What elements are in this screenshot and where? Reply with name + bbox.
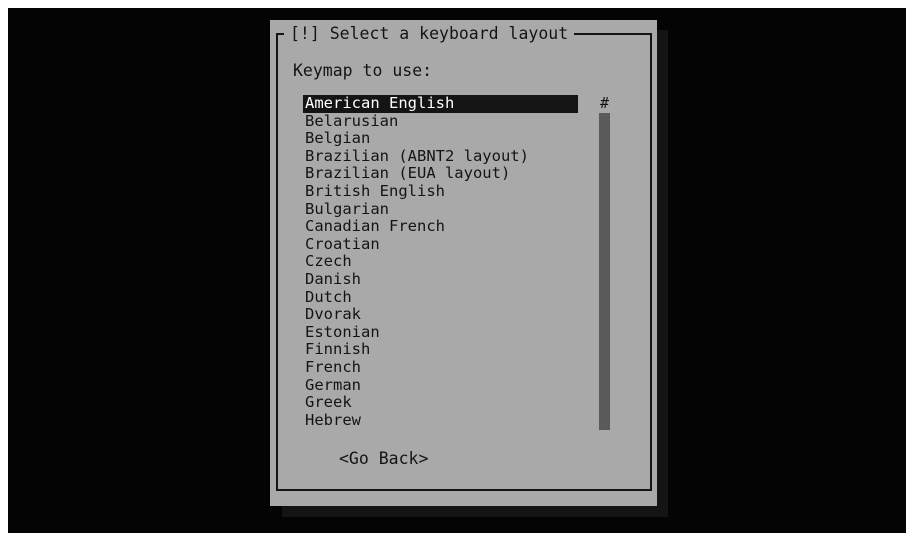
keymap-item[interactable]: Greek bbox=[303, 393, 578, 412]
keymap-list-scrollbar[interactable] bbox=[599, 113, 610, 430]
keymap-item[interactable]: Hebrew bbox=[303, 411, 578, 430]
keymap-item[interactable]: Bulgarian bbox=[303, 200, 578, 219]
keymap-item[interactable]: Brazilian (EUA layout) bbox=[303, 165, 578, 183]
dialog-title: [!] Select a keyboard layout bbox=[284, 21, 575, 47]
keymap-item[interactable]: Canadian French bbox=[303, 218, 578, 236]
keymap-item[interactable]: Dvorak bbox=[303, 306, 578, 324]
keymap-list[interactable]: American English Belarusian Belgian Brazili… bbox=[303, 94, 578, 430]
keymap-item[interactable]: Croatian bbox=[303, 235, 578, 254]
go-back-button[interactable]: <Go Back> bbox=[339, 448, 428, 470]
title-bracket-right bbox=[650, 33, 652, 43]
keymap-item[interactable]: Belarusian bbox=[303, 112, 578, 131]
keymap-item[interactable]: Finnish bbox=[303, 341, 578, 359]
keymap-item-selected[interactable]: American English bbox=[303, 94, 578, 113]
keymap-item[interactable]: Brazilian (ABNT2 layout) bbox=[303, 147, 578, 166]
keymap-prompt: Keymap to use: bbox=[293, 61, 433, 80]
keymap-item[interactable]: Danish bbox=[303, 270, 578, 289]
keymap-item[interactable]: British English bbox=[303, 182, 578, 201]
keymap-item[interactable]: Dutch bbox=[303, 288, 578, 307]
keymap-item[interactable]: Belgian bbox=[303, 130, 578, 148]
keymap-item[interactable]: Estonian bbox=[303, 323, 578, 342]
scroll-position-marker: # bbox=[600, 94, 610, 112]
keymap-item[interactable]: Czech bbox=[303, 253, 578, 271]
keymap-item[interactable]: French bbox=[303, 358, 578, 377]
title-bracket-left bbox=[276, 33, 278, 43]
keymap-item[interactable]: German bbox=[303, 376, 578, 395]
